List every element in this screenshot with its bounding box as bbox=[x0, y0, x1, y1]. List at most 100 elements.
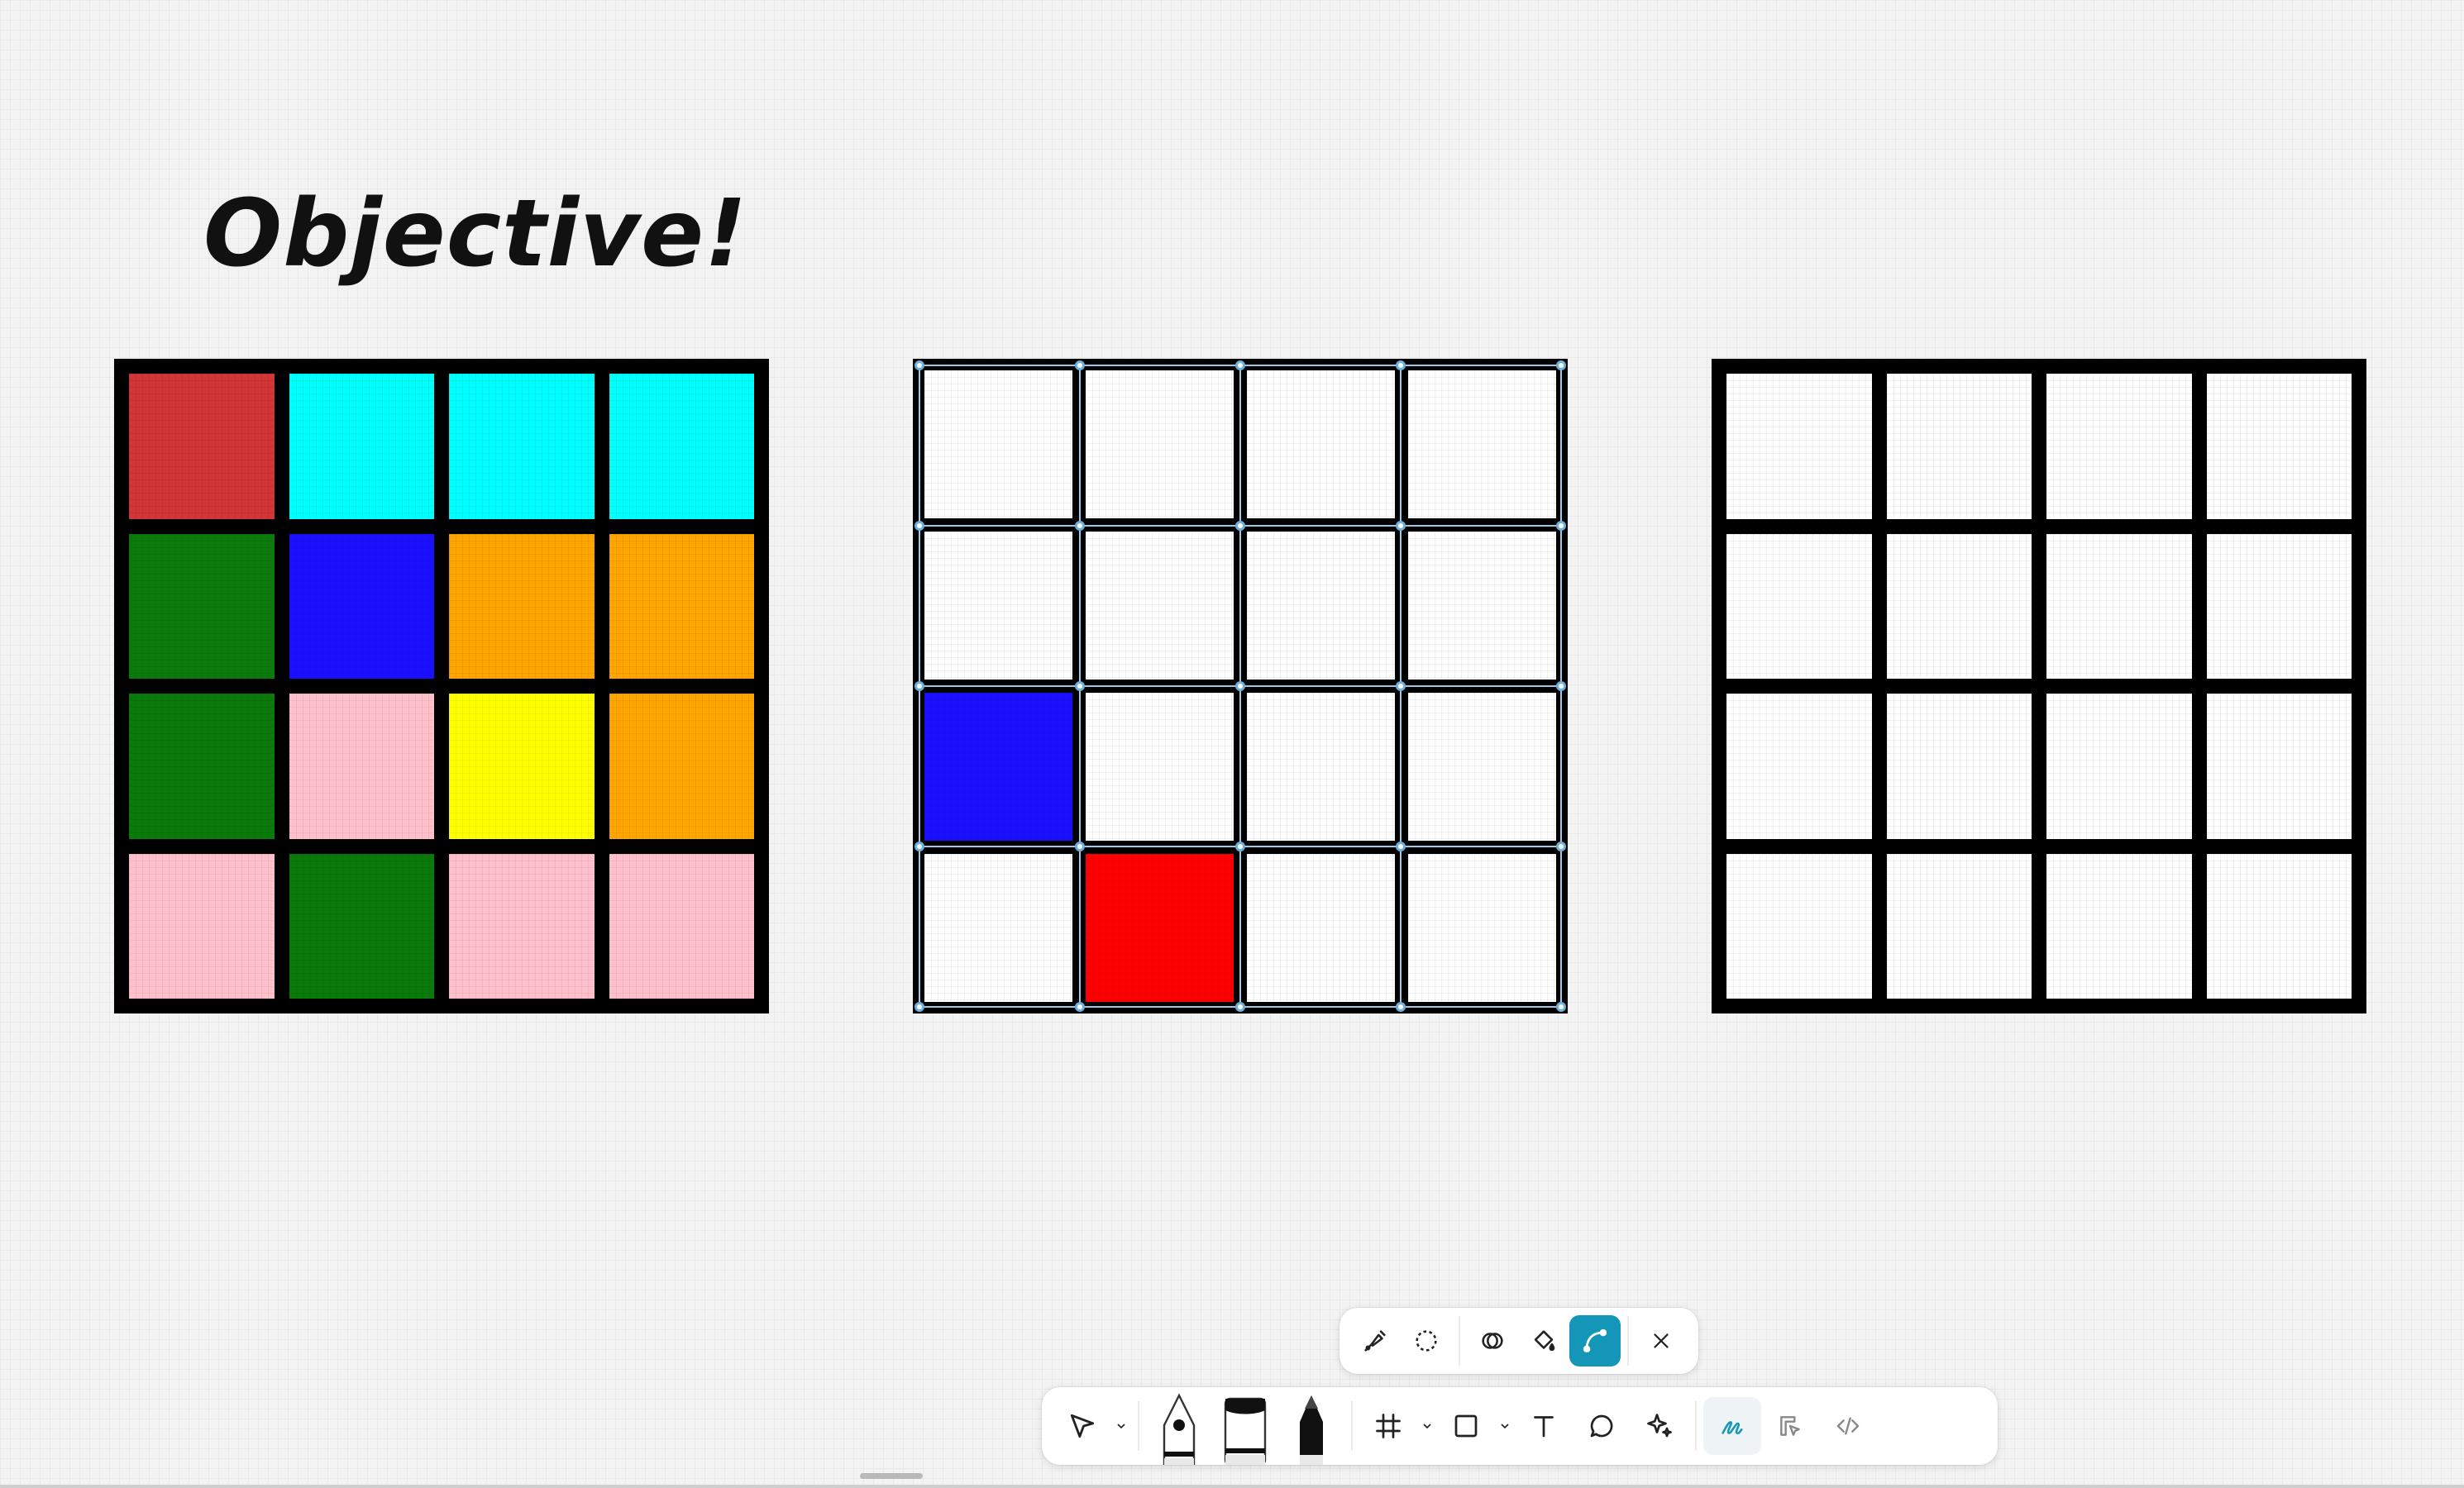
pencil-tool[interactable] bbox=[1278, 1387, 1344, 1465]
grid-cell[interactable] bbox=[1886, 694, 2032, 839]
fill-bucket-button[interactable] bbox=[1518, 1315, 1569, 1366]
chevron-down-icon bbox=[1117, 1424, 1125, 1429]
toolbar-separator bbox=[1695, 1401, 1697, 1451]
pen-tool[interactable] bbox=[1146, 1387, 1212, 1465]
design-mode-icon bbox=[1780, 1416, 1800, 1436]
grid-cell[interactable] bbox=[2046, 533, 2192, 679]
grid-cell[interactable] bbox=[609, 694, 754, 839]
grid-cell[interactable] bbox=[2046, 853, 2192, 999]
toolbar-separator bbox=[1351, 1401, 1353, 1451]
chevron-down-icon bbox=[1501, 1424, 1509, 1429]
grid-cell[interactable] bbox=[1726, 853, 1872, 999]
grid-cell[interactable] bbox=[1726, 694, 1872, 839]
grid-cell[interactable] bbox=[1726, 533, 1872, 679]
contextual-toolbar bbox=[1339, 1308, 1698, 1374]
grid-cell[interactable] bbox=[2206, 533, 2352, 679]
draw-mode-icon bbox=[1721, 1421, 1743, 1435]
fill-bucket-icon bbox=[1534, 1330, 1555, 1352]
frame-icon bbox=[1376, 1414, 1401, 1438]
grid-cell[interactable] bbox=[609, 853, 754, 999]
dev-mode-icon bbox=[1836, 1417, 1860, 1435]
dev-mode-button[interactable] bbox=[1819, 1397, 1877, 1455]
grid-cell[interactable] bbox=[1886, 533, 2032, 679]
ai-sparkle-icon bbox=[1647, 1414, 1672, 1438]
objective-grid[interactable] bbox=[114, 359, 769, 1013]
grid-cell[interactable] bbox=[2206, 694, 2352, 839]
grid-cell[interactable] bbox=[289, 374, 434, 519]
grid-cell[interactable] bbox=[1247, 854, 1395, 1002]
grid-cell[interactable] bbox=[449, 374, 595, 519]
grid-cell[interactable] bbox=[924, 854, 1072, 1002]
rectangle-tool-button[interactable] bbox=[1437, 1397, 1495, 1455]
draw-mode-button[interactable] bbox=[1703, 1397, 1761, 1455]
ai-tools-button[interactable] bbox=[1631, 1397, 1688, 1455]
grid-cell[interactable] bbox=[129, 374, 275, 519]
grid-cell[interactable] bbox=[129, 853, 275, 999]
grid-cell[interactable] bbox=[1247, 693, 1395, 841]
grid-cell[interactable] bbox=[1408, 854, 1556, 1002]
grid-cell[interactable] bbox=[2046, 694, 2192, 839]
frame-tool-dropdown[interactable] bbox=[1417, 1397, 1437, 1455]
grid-cell[interactable] bbox=[1086, 854, 1234, 1002]
grid-cell[interactable] bbox=[1408, 693, 1556, 841]
comment-icon bbox=[1590, 1414, 1613, 1438]
grid-cell[interactable] bbox=[1086, 370, 1234, 518]
grid-cell[interactable] bbox=[449, 533, 595, 679]
lasso-pen-button[interactable] bbox=[1349, 1315, 1401, 1366]
working-grid[interactable] bbox=[913, 359, 1568, 1013]
grid-cell[interactable] bbox=[1247, 370, 1395, 518]
grid-cell[interactable] bbox=[924, 532, 1072, 680]
pen-tool-icon bbox=[1163, 1393, 1196, 1465]
grid-cell[interactable] bbox=[449, 853, 595, 999]
grid-cell[interactable] bbox=[289, 533, 434, 679]
grid-cell[interactable] bbox=[289, 853, 434, 999]
lasso-icon bbox=[1416, 1330, 1437, 1352]
grid-cell[interactable] bbox=[1886, 374, 2032, 519]
shape-combine-button[interactable] bbox=[1467, 1315, 1518, 1366]
grid-cell[interactable] bbox=[289, 694, 434, 839]
grid-cell[interactable] bbox=[129, 694, 275, 839]
grid-cell[interactable] bbox=[449, 694, 595, 839]
grid-cell[interactable] bbox=[1886, 853, 2032, 999]
grid-cell[interactable] bbox=[924, 370, 1072, 518]
move-tool-dropdown[interactable] bbox=[1111, 1397, 1131, 1455]
lasso-pen-icon bbox=[1364, 1330, 1386, 1352]
grid-cell[interactable] bbox=[1086, 532, 1234, 680]
design-mode-button[interactable] bbox=[1761, 1397, 1819, 1455]
close-icon bbox=[1654, 1333, 1669, 1348]
curve-path-icon bbox=[1583, 1328, 1607, 1353]
grid-cell[interactable] bbox=[609, 533, 754, 679]
rectangle-icon bbox=[1454, 1414, 1478, 1438]
lasso-button[interactable] bbox=[1401, 1315, 1452, 1366]
grid-cell[interactable] bbox=[1247, 532, 1395, 680]
grid-cell[interactable] bbox=[2206, 374, 2352, 519]
grid-cell[interactable] bbox=[609, 374, 754, 519]
scroll-indicator[interactable] bbox=[860, 1473, 923, 1479]
curve-path-button[interactable] bbox=[1569, 1315, 1621, 1366]
grid-cell[interactable] bbox=[2046, 374, 2192, 519]
grid-cell[interactable] bbox=[1408, 370, 1556, 518]
grid-cell[interactable] bbox=[1726, 374, 1872, 519]
text-icon bbox=[1534, 1416, 1554, 1438]
frame-tool-button[interactable] bbox=[1359, 1397, 1417, 1455]
move-tool-button[interactable] bbox=[1053, 1397, 1111, 1455]
main-toolbar bbox=[1042, 1387, 1998, 1465]
bottom-edge bbox=[0, 1485, 2464, 1488]
shape-combine-icon bbox=[1482, 1333, 1503, 1349]
comment-tool-button[interactable] bbox=[1573, 1397, 1631, 1455]
text-tool-button[interactable] bbox=[1515, 1397, 1573, 1455]
grid-cell[interactable] bbox=[1408, 532, 1556, 680]
marker-tool[interactable] bbox=[1212, 1387, 1278, 1465]
marker-tool-icon bbox=[1224, 1397, 1267, 1465]
grid-cell[interactable] bbox=[2206, 853, 2352, 999]
page-title: Objective! bbox=[203, 180, 748, 288]
grid-cell[interactable] bbox=[1086, 693, 1234, 841]
grid-cell[interactable] bbox=[924, 693, 1072, 841]
close-button[interactable] bbox=[1636, 1315, 1687, 1366]
chevron-down-icon bbox=[1423, 1424, 1431, 1429]
blank-grid[interactable] bbox=[1712, 359, 2366, 1013]
shape-tool-dropdown[interactable] bbox=[1495, 1397, 1515, 1455]
grid-cell[interactable] bbox=[129, 533, 275, 679]
toolbar-separator bbox=[1138, 1401, 1139, 1451]
toolbar-separator bbox=[1459, 1316, 1460, 1366]
